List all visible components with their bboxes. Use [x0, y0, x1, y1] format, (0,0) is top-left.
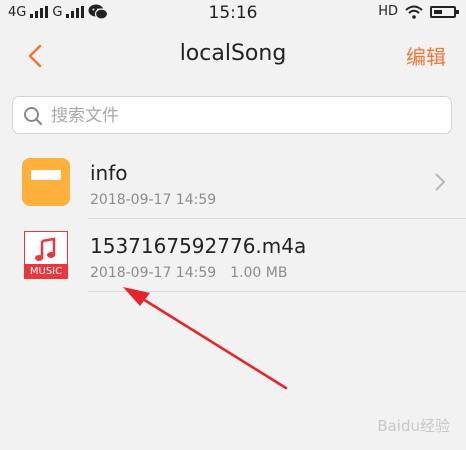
file-date: 2018-09-17 14:59 — [90, 192, 217, 208]
music-badge: MUSIC — [29, 266, 63, 277]
divider — [88, 291, 466, 292]
search-icon — [24, 107, 43, 126]
file-name: info — [90, 161, 128, 185]
header: localSong 编辑 — [0, 26, 466, 86]
chevron-right-icon — [435, 173, 446, 191]
wifi-icon — [405, 5, 423, 19]
search-input[interactable] — [49, 101, 433, 131]
file-size: 1.00 MB — [230, 265, 288, 281]
battery-icon — [430, 5, 459, 18]
file-name: 1537167592776.m4a — [90, 234, 307, 258]
list-item-folder[interactable]: info 2018-09-17 14:59 — [0, 146, 466, 219]
search-bar[interactable] — [12, 96, 452, 134]
watermark-logo: Baidu经验 — [377, 417, 450, 435]
list-item-file[interactable]: MUSIC 1537167592776.m4a 2018-09-17 14:59… — [0, 219, 466, 292]
folder-icon — [22, 158, 70, 206]
file-list: info 2018-09-17 14:59 MUSIC 153716759277… — [0, 146, 466, 292]
edit-button[interactable]: 编辑 — [406, 41, 446, 70]
file-meta: 2018-09-17 14:59 — [90, 192, 216, 208]
file-meta: 2018-09-17 14:59 1.00 MB — [90, 265, 287, 281]
file-date: 2018-09-17 14:59 — [90, 265, 217, 281]
network-label: HD — [378, 4, 398, 19]
status-right: HD — [378, 4, 459, 19]
page-title: localSong — [179, 41, 287, 66]
status-bar: 4G G 15:16 HD — [0, 0, 466, 26]
